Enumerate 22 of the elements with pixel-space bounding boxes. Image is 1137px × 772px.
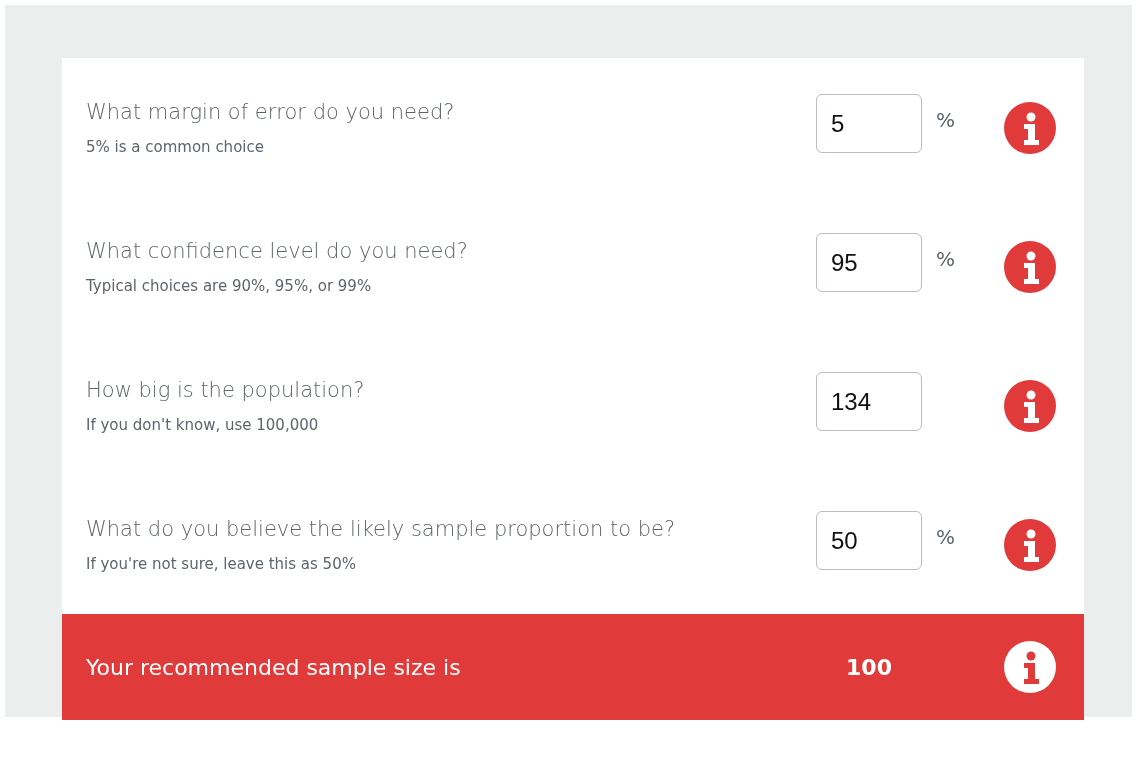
question-label: How big is the population?: [86, 377, 366, 402]
input-field[interactable]: 5: [816, 94, 922, 153]
info-icon[interactable]: [1004, 240, 1056, 293]
input-field[interactable]: 50: [816, 511, 922, 570]
sample-size-value: 100: [845, 654, 893, 680]
hint-text: If you don't know, use 100,000: [86, 415, 320, 434]
question-label: What do you believe the likely sample proportion to be?: [86, 516, 677, 541]
hint-text: If you're not sure, leave this as 50%: [86, 554, 357, 573]
unit-label: %: [936, 107, 955, 132]
question-label: What confidence level do you need?: [86, 238, 469, 263]
unit-label: %: [936, 246, 955, 271]
unit-label: %: [936, 524, 955, 549]
info-icon[interactable]: [1004, 379, 1056, 432]
result-label: Your recommended sample size is: [86, 654, 462, 680]
info-icon[interactable]: [1004, 641, 1056, 693]
info-icon[interactable]: [1004, 518, 1056, 571]
question-label: What margin of error do you need?: [86, 99, 456, 124]
info-icon[interactable]: [1004, 101, 1056, 154]
hint-text: Typical choices are 90%, 95%, or 99%: [86, 276, 373, 295]
input-field[interactable]: 134: [816, 372, 922, 431]
input-field[interactable]: 95: [816, 233, 922, 292]
hint-text: 5% is a common choice: [86, 137, 265, 156]
